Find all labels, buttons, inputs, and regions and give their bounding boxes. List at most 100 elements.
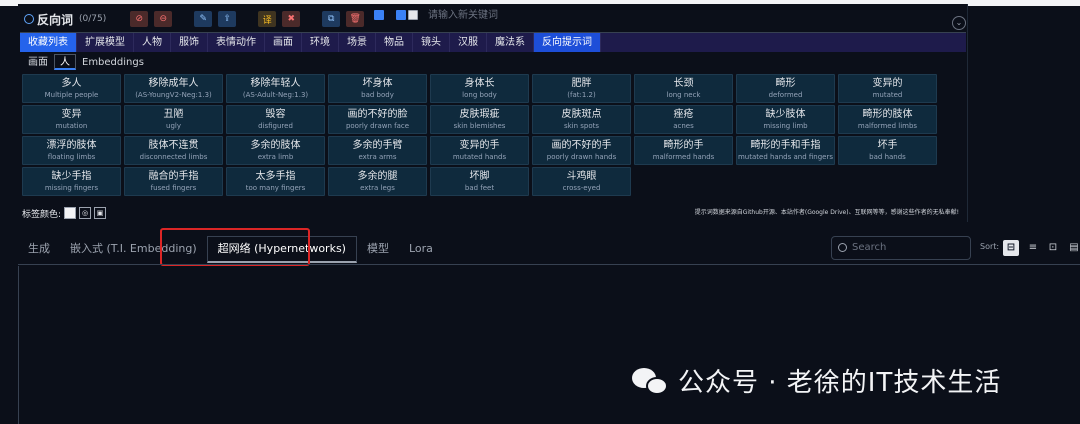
prompt-tag[interactable]: 变异的手 mutated hands [430, 136, 529, 165]
tab-generate[interactable]: 生成 [18, 237, 60, 261]
collapse-icon[interactable]: ⌄ [952, 16, 966, 30]
prompt-tag-cn: 移除成年人 [148, 78, 199, 89]
tab-lora[interactable]: Lora [399, 237, 443, 261]
color-circle-icon[interactable]: ◎ [79, 207, 92, 219]
prompt-tag[interactable]: 画的不好的脸 poorly drawn face [328, 105, 427, 134]
sort-default-icon[interactable]: ⊟ [1003, 240, 1019, 256]
prompt-tag-cn: 皮肤斑点 [561, 109, 602, 120]
color-white-icon[interactable] [64, 207, 77, 219]
prompt-tag-en: mutation [55, 122, 88, 130]
prompt-tag[interactable]: 坏手 bad hands [838, 136, 937, 165]
prompt-tag-cn: 漂浮的肢体 [46, 140, 97, 151]
prompt-tag[interactable]: 畸形 deformed [736, 74, 835, 103]
search-icon [838, 243, 847, 252]
prompt-tag[interactable]: 肥胖 (fat:1.2) [532, 74, 631, 103]
prompt-tag-en: extra legs [360, 184, 395, 192]
tab-camera[interactable]: 镜头 [413, 33, 450, 52]
tab-character[interactable]: 人物 [134, 33, 171, 52]
tab-favorites[interactable]: 收藏列表 [20, 33, 77, 52]
prompt-tag[interactable]: 变异的 mutated [838, 74, 937, 103]
prompt-tag[interactable]: 长颈 long neck [634, 74, 733, 103]
tab-hanfu[interactable]: 汉服 [450, 33, 487, 52]
enable-checkbox[interactable] [374, 10, 384, 20]
prompt-tag-en: long body [462, 91, 497, 99]
prompt-tag[interactable]: 坏身体 bad body [328, 74, 427, 103]
tab-negative-prompts[interactable]: 反向提示词 [534, 33, 601, 52]
subtab-embeddings[interactable]: Embeddings [76, 54, 150, 70]
prompt-tag[interactable]: 畸形的手和手指 mutated hands and fingers [736, 136, 835, 165]
prompt-tag[interactable]: 多余的手臂 extra arms [328, 136, 427, 165]
prompt-tag-en: mutated [872, 91, 903, 99]
prompt-tag[interactable]: 移除成年人 (AS-YoungV2-Neg:1.3) [124, 74, 223, 103]
prompt-tag-en: skin blemishes [453, 122, 506, 130]
prompt-tag-cn: 太多手指 [255, 171, 296, 182]
prompt-tag-cn: 变异的手 [459, 140, 500, 151]
tab-expression[interactable]: 表情动作 [208, 33, 265, 52]
prompt-tag[interactable]: 坏脚 bad feet [430, 167, 529, 196]
prompt-tag[interactable]: 变异 mutation [22, 105, 121, 134]
prompt-tag[interactable]: 畸形的肢体 malformed limbs [838, 105, 937, 134]
prompt-tag-en: disfigured [258, 122, 293, 130]
prompt-tag[interactable]: 皮肤斑点 skin spots [532, 105, 631, 134]
tab-magic[interactable]: 魔法系 [487, 33, 534, 52]
prompt-tag-en: ugly [166, 122, 181, 130]
tab-items[interactable]: 物品 [376, 33, 413, 52]
autocomplete-checkbox[interactable] [396, 10, 406, 20]
keyword-input[interactable]: 请输入新关键词 [410, 8, 610, 24]
prompt-tag-cn: 皮肤瑕疵 [459, 109, 500, 120]
prompt-tag[interactable]: 皮肤瑕疵 skin blemishes [430, 105, 529, 134]
prompt-tag[interactable]: 畸形的手 malformed hands [634, 136, 733, 165]
prompt-tag-cn: 畸形的手和手指 [750, 140, 821, 151]
prompt-tag[interactable]: 多人 Multiple people [22, 74, 121, 103]
color-lock-icon[interactable]: ▣ [94, 207, 107, 219]
prompt-tag[interactable]: 缺少手指 missing fingers [22, 167, 121, 196]
tag-color-row: 标签颜色: ◎ ▣ [22, 206, 107, 220]
sort-modified-icon[interactable]: ▤ [1066, 240, 1080, 256]
prompt-tag-cn: 画的不好的手 [551, 140, 612, 151]
tab-extended-models[interactable]: 扩展模型 [77, 33, 134, 52]
prompt-tag-en: poorly drawn hands [546, 153, 617, 161]
translate-icon[interactable]: 译 [258, 11, 277, 27]
prompt-tag-cn: 肥胖 [571, 78, 592, 89]
search-input[interactable]: Search [831, 236, 971, 260]
prompt-tag[interactable]: 毁容 disfigured [226, 105, 325, 134]
source-footnote: 提示词数据来源自Github开源、本站作者(Google Drive)、互联网等… [694, 209, 959, 216]
clear-icon[interactable]: ⊘ [130, 11, 149, 27]
prompt-tag-cn: 毁容 [265, 109, 286, 120]
prompt-tag[interactable]: 痤疮 acnes [634, 105, 733, 134]
copy-icon[interactable]: ⧉ [322, 11, 341, 27]
prompt-tag[interactable]: 肢体不连贯 disconnected limbs [124, 136, 223, 165]
subtab-person[interactable]: 人 [54, 54, 76, 70]
export-icon[interactable]: ⇪ [218, 11, 237, 27]
prompt-tag[interactable]: 移除年轻人 (AS-Adult-Neg:1.3) [226, 74, 325, 103]
sort-name-icon[interactable]: ≡ [1025, 240, 1041, 256]
prompt-tag-en: (AS-YoungV2-Neg:1.3) [135, 91, 212, 99]
delete-icon[interactable]: ✖ [282, 11, 301, 27]
prompt-tag[interactable]: 多余的腿 extra legs [328, 167, 427, 196]
tab-models[interactable]: 模型 [357, 237, 399, 261]
prompt-tag[interactable]: 融合的手指 fused fingers [124, 167, 223, 196]
negative-title[interactable]: 反向词 [24, 11, 73, 28]
tab-clothing[interactable]: 服饰 [171, 33, 208, 52]
remove-icon[interactable]: ⊖ [154, 11, 173, 27]
prompt-tag-cn: 痤疮 [673, 109, 694, 120]
prompt-tag[interactable]: 身体长 long body [430, 74, 529, 103]
prompt-tag[interactable]: 画的不好的手 poorly drawn hands [532, 136, 631, 165]
prompt-tag-en: skin spots [563, 122, 600, 130]
prompt-tag[interactable]: 多余的肢体 extra limb [226, 136, 325, 165]
prompt-tag[interactable]: 缺少肢体 missing limb [736, 105, 835, 134]
tab-scene[interactable]: 场景 [339, 33, 376, 52]
prompt-tag[interactable]: 丑陋 ugly [124, 105, 223, 134]
tab-scene-view[interactable]: 画面 [265, 33, 302, 52]
trash-icon[interactable]: 🗑 [346, 11, 365, 27]
prompt-tag[interactable]: 太多手指 too many fingers [226, 167, 325, 196]
sort-date-icon[interactable]: ⊡ [1045, 240, 1061, 256]
prompt-tag-cn: 坏身体 [362, 78, 393, 89]
tab-environment[interactable]: 环境 [302, 33, 339, 52]
edit-icon[interactable]: ✎ [194, 11, 213, 27]
prompt-tag-en: malformed limbs [857, 122, 918, 130]
prompt-tag[interactable]: 斗鸡眼 cross-eyed [532, 167, 631, 196]
subtab-scene[interactable]: 画面 [22, 54, 54, 70]
prompt-tag[interactable]: 漂浮的肢体 floating limbs [22, 136, 121, 165]
prompt-tag-cn: 畸形 [775, 78, 796, 89]
